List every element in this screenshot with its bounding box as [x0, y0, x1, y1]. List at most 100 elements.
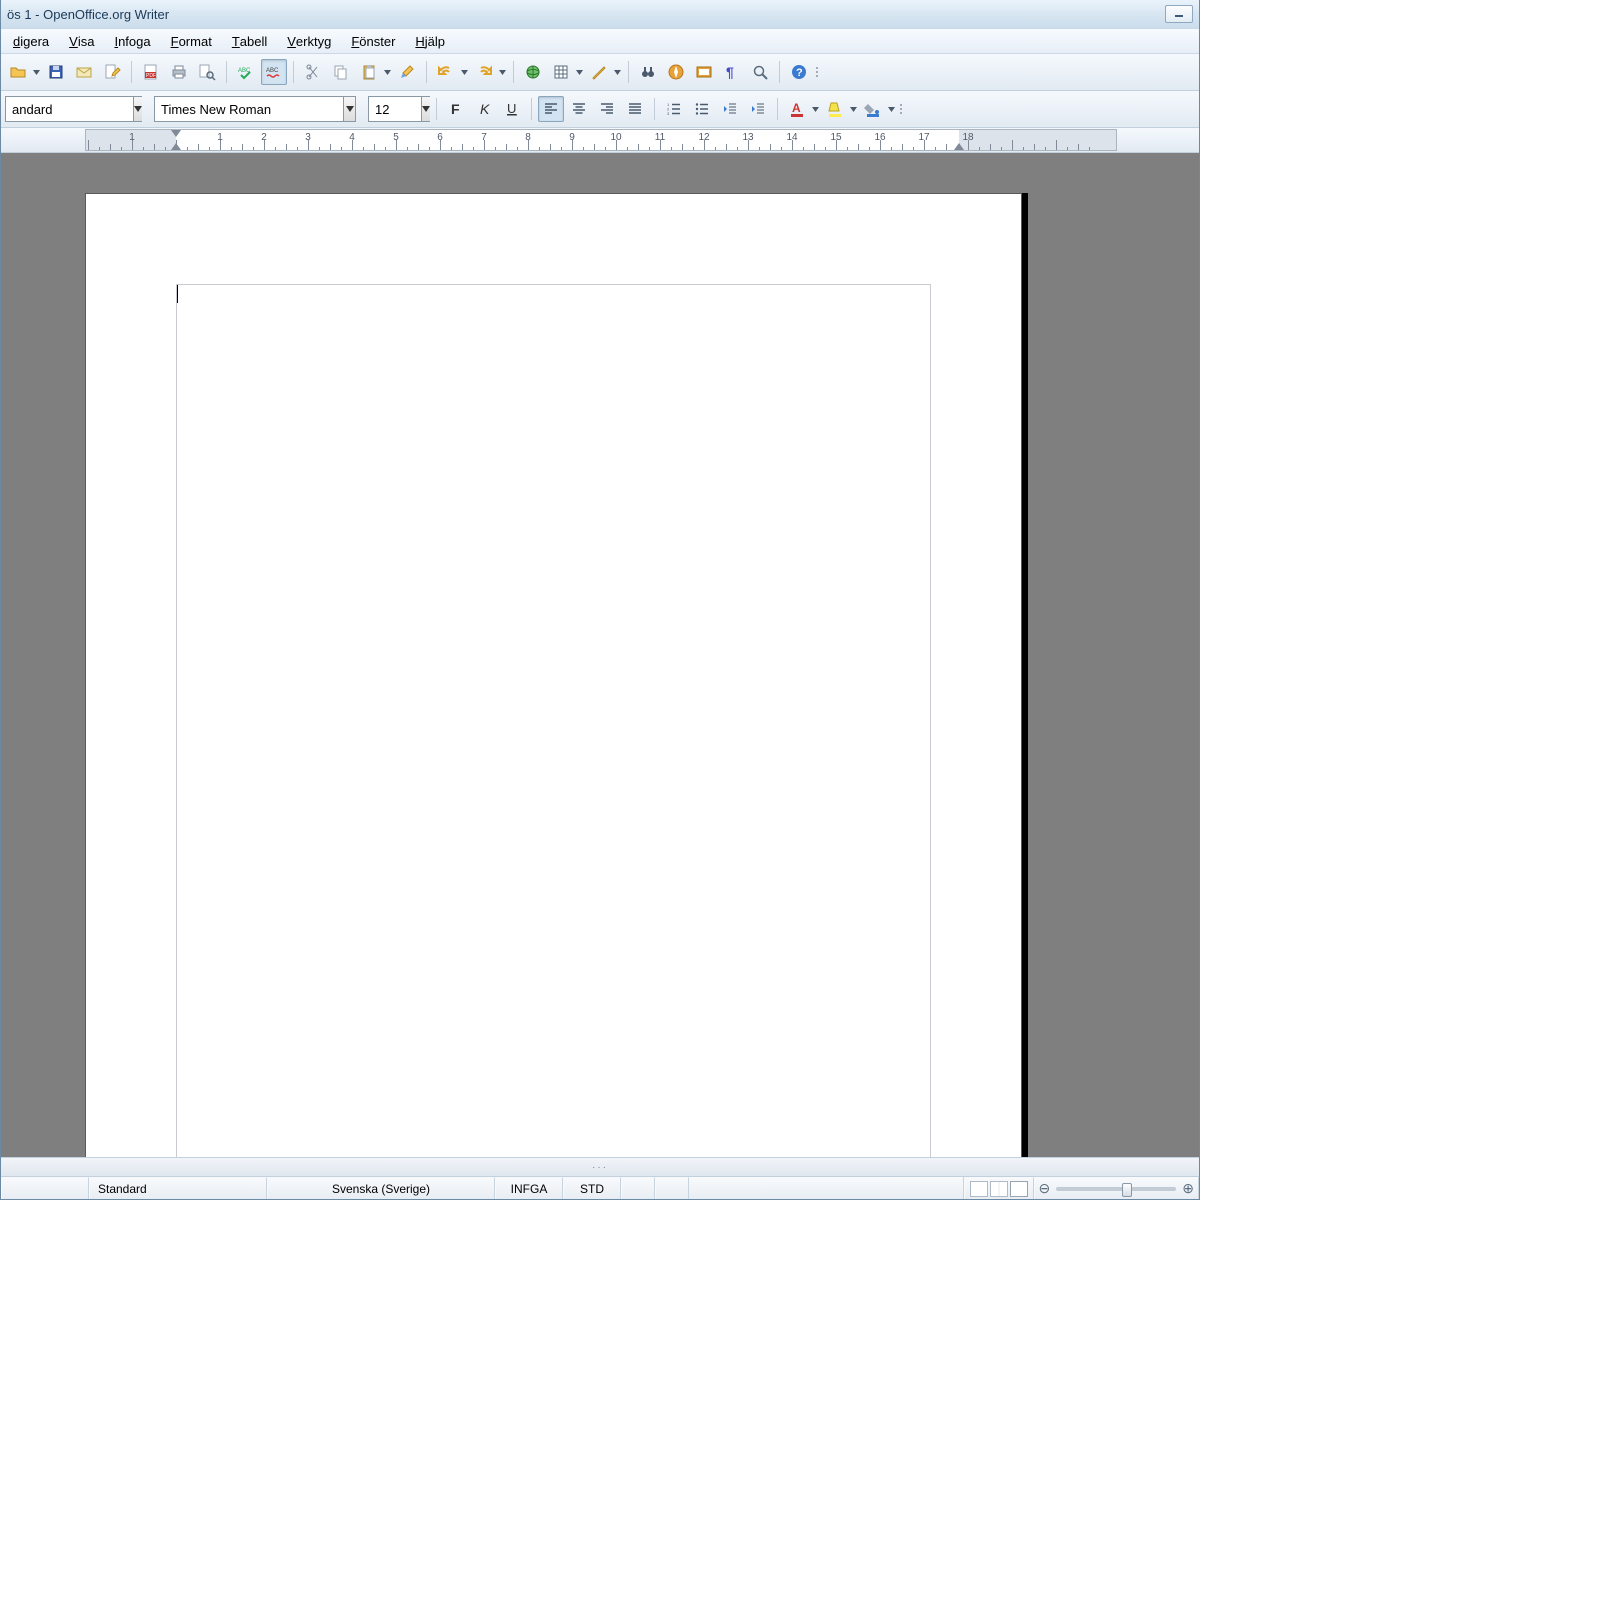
toolbar-overflow[interactable] [900, 97, 908, 121]
insert-table-button[interactable] [548, 59, 574, 85]
align-left-button[interactable] [538, 96, 564, 122]
zoom-out-icon[interactable]: ⊖ [1039, 1180, 1051, 1197]
dropdown-arrow[interactable] [497, 60, 507, 84]
first-line-indent-marker[interactable] [171, 130, 181, 137]
find-replace-button[interactable] [635, 59, 661, 85]
horizontal-ruler[interactable]: 1123456789101112131415161718 [85, 129, 1117, 151]
status-signature-cell[interactable] [655, 1177, 689, 1199]
font-size-combo-input[interactable] [369, 97, 421, 121]
single-page-view-icon[interactable] [970, 1181, 988, 1197]
font-name-combo-input[interactable] [155, 97, 343, 121]
hyperlink-button[interactable] [520, 59, 546, 85]
paragraph-style-combo-dropdown[interactable] [133, 97, 142, 121]
email-button[interactable] [71, 59, 97, 85]
document-page[interactable] [85, 193, 1022, 1157]
toolbar-separator [777, 98, 778, 120]
paragraph-style-combo-input[interactable] [6, 97, 133, 121]
underline-button[interactable]: U [499, 96, 525, 122]
font-size-combo-dropdown[interactable] [421, 97, 430, 121]
spellcheck-button[interactable]: ABC [233, 59, 259, 85]
dropdown-arrow[interactable] [848, 97, 858, 121]
underline-icon: U [503, 100, 521, 118]
cut-button[interactable] [300, 59, 326, 85]
menu-digera[interactable]: digera [3, 29, 59, 53]
folder-open-icon [9, 63, 27, 81]
horizontal-scroll-grip[interactable]: ··· [1, 1157, 1199, 1176]
increase-indent-button[interactable] [745, 96, 771, 122]
help-icon: ? [790, 63, 808, 81]
status-zoom-cell[interactable]: ⊖ ⊕ [1034, 1177, 1199, 1199]
copy-button[interactable] [328, 59, 354, 85]
status-insert-text: INFGA [511, 1182, 548, 1196]
toolbar-separator [628, 61, 629, 83]
draw-functions-button[interactable] [586, 59, 612, 85]
background-color-button[interactable] [860, 96, 886, 122]
edit-mode-button[interactable] [99, 59, 125, 85]
bold-button[interactable]: F [443, 96, 469, 122]
status-language-cell[interactable]: Svenska (Sverige) [267, 1177, 495, 1199]
italic-button[interactable]: K [471, 96, 497, 122]
dropdown-arrow[interactable] [612, 60, 622, 84]
undo-button[interactable] [433, 59, 459, 85]
menu-hjälp[interactable]: Hjälp [405, 29, 455, 53]
menu-fönster[interactable]: Fönster [341, 29, 405, 53]
menu-visa[interactable]: Visa [59, 29, 104, 53]
left-indent-marker[interactable] [171, 143, 181, 150]
dropdown-arrow[interactable] [459, 60, 469, 84]
font-name-combo[interactable] [154, 96, 356, 122]
redo-icon [475, 63, 493, 81]
menu-format[interactable]: Format [161, 29, 222, 53]
chevron-down-icon [576, 70, 583, 75]
auto-spellcheck-button[interactable]: ABC [261, 59, 287, 85]
status-page-cell[interactable] [1, 1177, 89, 1199]
gallery-button[interactable] [691, 59, 717, 85]
menu-tabell[interactable]: Tabell [222, 29, 277, 53]
dropdown-arrow[interactable] [574, 60, 584, 84]
toolbar-separator [531, 98, 532, 120]
zoom-button[interactable] [747, 59, 773, 85]
align-right-button[interactable] [594, 96, 620, 122]
font-color-button[interactable]: A [784, 96, 810, 122]
format-paintbrush-button[interactable] [394, 59, 420, 85]
minimize-button[interactable] [1165, 5, 1193, 23]
zoom-slider-thumb[interactable] [1122, 1183, 1132, 1197]
align-center-button[interactable] [566, 96, 592, 122]
paste-button[interactable] [356, 59, 382, 85]
highlight-color-button[interactable] [822, 96, 848, 122]
font-name-combo-dropdown[interactable] [343, 97, 355, 121]
print-preview-button[interactable] [194, 59, 220, 85]
toolbar-overflow[interactable] [816, 60, 824, 84]
export-pdf-button[interactable]: PDF [138, 59, 164, 85]
print-button[interactable] [166, 59, 192, 85]
help-button[interactable]: ? [786, 59, 812, 85]
status-selection-mode-cell[interactable]: STD [563, 1177, 621, 1199]
bullet-list-button[interactable] [689, 96, 715, 122]
dropdown-arrow[interactable] [31, 60, 41, 84]
decrease-indent-button[interactable] [717, 96, 743, 122]
navigator-button[interactable] [663, 59, 689, 85]
menu-infoga[interactable]: Infoga [104, 29, 160, 53]
status-insert-mode-cell[interactable]: INFGA [495, 1177, 563, 1199]
ruler-number: 9 [569, 132, 575, 143]
status-style-cell[interactable]: Standard [89, 1177, 267, 1199]
align-justify-button[interactable] [622, 96, 648, 122]
dropdown-arrow[interactable] [886, 97, 896, 121]
numbered-list-button[interactable]: 123 [661, 96, 687, 122]
zoom-slider[interactable] [1056, 1187, 1176, 1191]
multi-page-view-icon[interactable] [990, 1181, 1008, 1197]
menu-verktyg[interactable]: Verktyg [277, 29, 341, 53]
status-view-layout-cell[interactable] [964, 1177, 1034, 1199]
redo-button[interactable] [471, 59, 497, 85]
paragraph-style-combo[interactable] [5, 96, 142, 122]
status-modified-cell[interactable] [621, 1177, 655, 1199]
toolbar-separator [779, 61, 780, 83]
font-size-combo[interactable] [368, 96, 430, 122]
nonprinting-chars-button[interactable]: ¶ [719, 59, 745, 85]
save-button[interactable] [43, 59, 69, 85]
dropdown-arrow[interactable] [382, 60, 392, 84]
zoom-in-icon[interactable]: ⊕ [1182, 1180, 1194, 1197]
dropdown-arrow[interactable] [810, 97, 820, 121]
open-button[interactable] [5, 59, 31, 85]
right-indent-marker[interactable] [954, 143, 964, 150]
book-view-icon[interactable] [1010, 1181, 1028, 1197]
